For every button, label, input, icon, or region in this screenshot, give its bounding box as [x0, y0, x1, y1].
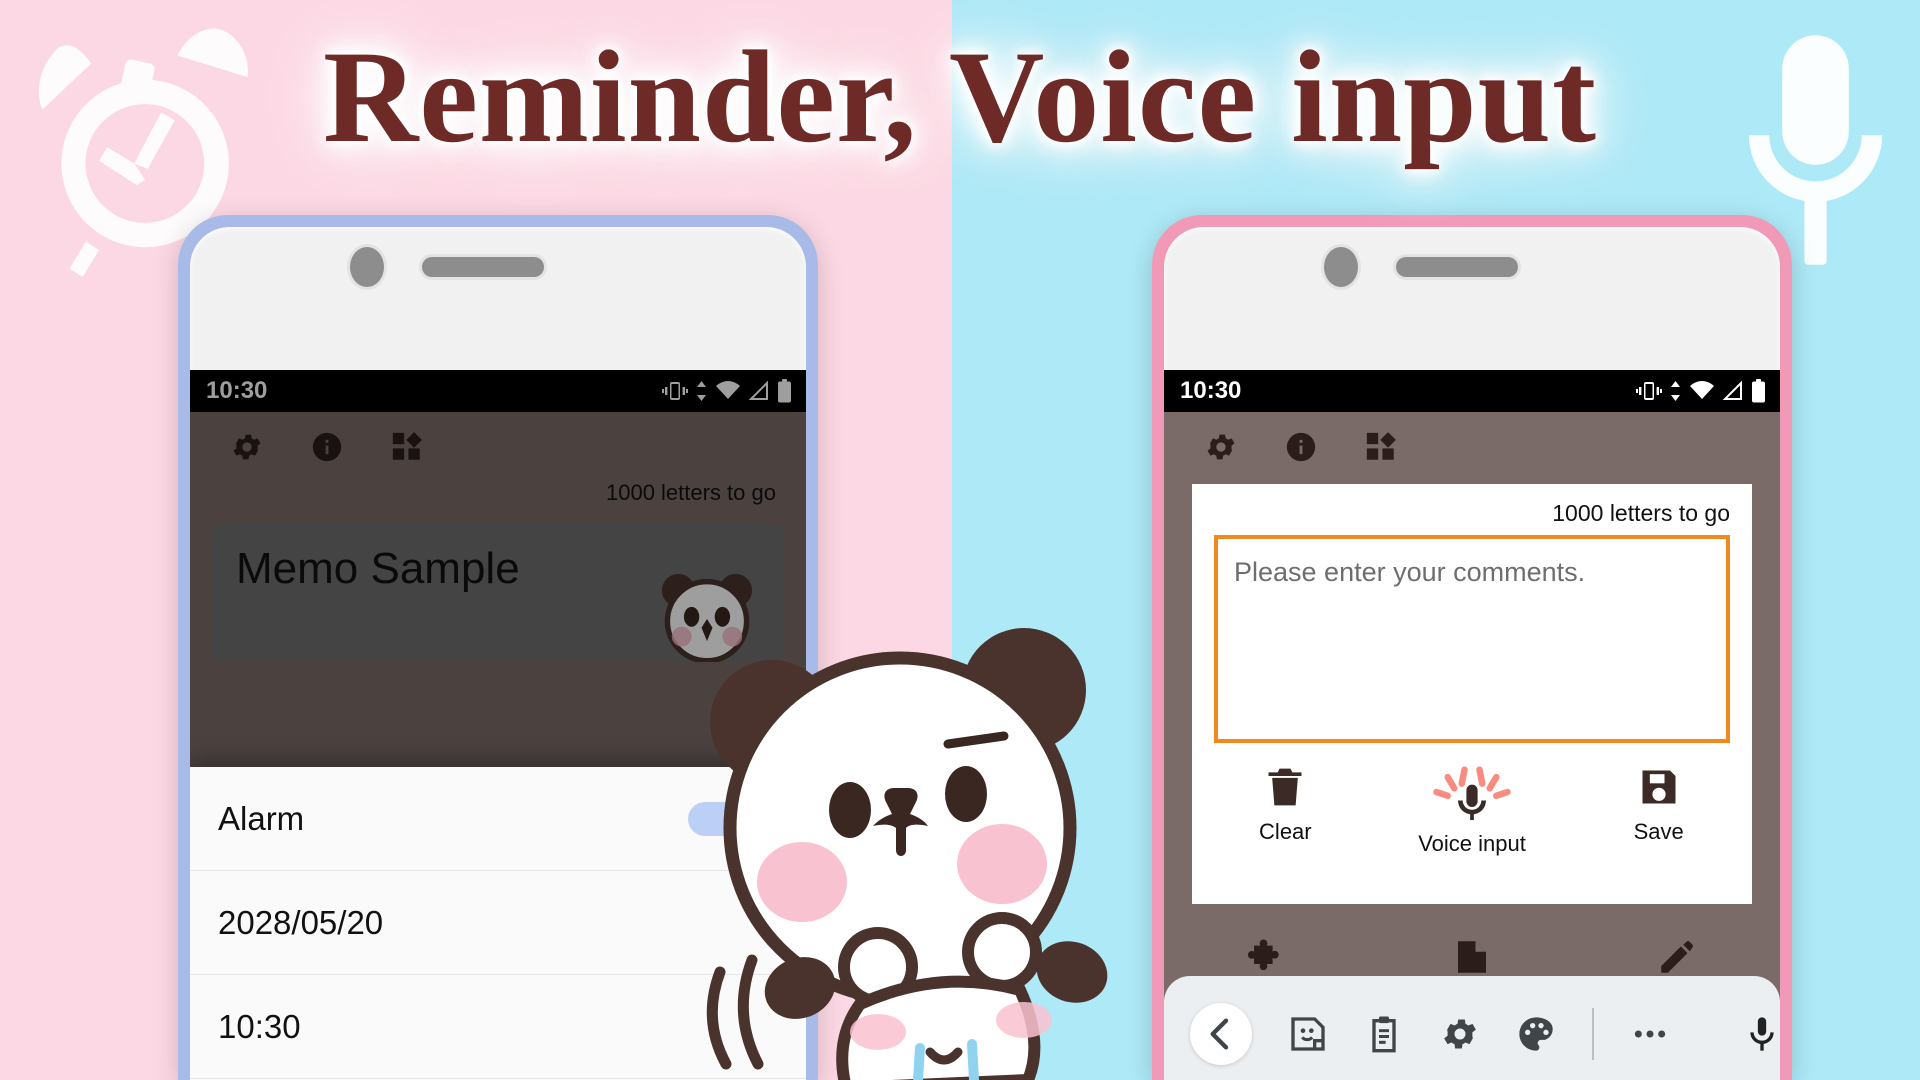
- letters-to-go-right: 1000 letters to go: [1552, 500, 1730, 526]
- earpiece-speaker: [1396, 257, 1518, 277]
- gear-icon[interactable]: [1440, 1014, 1480, 1054]
- data-transfer-icon: [1671, 381, 1680, 401]
- action-label: Voice input: [1418, 831, 1526, 856]
- palette-icon[interactable]: [1516, 1014, 1556, 1054]
- chevron-left-icon: [1210, 1018, 1229, 1050]
- keyboard-back-button[interactable]: [1190, 1003, 1252, 1065]
- save-button[interactable]: Save: [1565, 765, 1752, 857]
- page-title: Reminder, Voice input: [323, 23, 1597, 170]
- sticker-icon[interactable]: [1288, 1014, 1328, 1054]
- action-label: Clear: [1259, 819, 1312, 844]
- voice-input-button[interactable]: Voice input: [1379, 765, 1566, 857]
- puzzle-icon: [1247, 939, 1279, 971]
- status-time: 10:30: [1180, 377, 1242, 404]
- microphone-icon[interactable]: [1742, 1014, 1780, 1054]
- keyboard-toolbar: [1164, 976, 1780, 1080]
- action-row: Clear Voice input Save: [1192, 765, 1752, 857]
- status-icon-group: [1636, 379, 1766, 403]
- info-icon[interactable]: [1284, 430, 1318, 464]
- status-bar: 10:30: [1164, 370, 1780, 412]
- comment-placeholder: Please enter your comments.: [1234, 557, 1586, 587]
- pencil-icon: [1661, 941, 1694, 973]
- phone-right: 10:30 1000 letters to go Please enter yo…: [1152, 215, 1792, 1080]
- battery-icon: [1752, 379, 1765, 403]
- comment-input-card: 1000 letters to go Please enter your com…: [1192, 484, 1752, 904]
- signal-icon: [1722, 380, 1742, 400]
- screen-right: 10:30 1000 letters to go Please enter yo…: [1164, 370, 1780, 1080]
- vibrate-icon: [1636, 382, 1662, 400]
- widgets-icon[interactable]: [1364, 430, 1398, 464]
- microphone-icon: [1433, 766, 1511, 821]
- clear-button[interactable]: Clear: [1192, 765, 1379, 857]
- phone-body: 10:30: [1164, 227, 1780, 1080]
- front-camera: [350, 247, 384, 287]
- mic-with-rays: [1408, 765, 1536, 821]
- toolbar-divider: [1592, 1008, 1594, 1060]
- alarm-time-value: 10:30: [218, 1007, 301, 1045]
- alarm-date-value: 2028/05/20: [218, 903, 384, 941]
- app-toolbar-right: [1164, 412, 1780, 480]
- front-camera: [1324, 247, 1358, 287]
- more-horizontal-icon[interactable]: [1630, 1014, 1670, 1054]
- document-icon: [1457, 941, 1486, 973]
- comment-textbox[interactable]: Please enter your comments.: [1214, 535, 1730, 743]
- alarm-label: Alarm: [218, 799, 305, 837]
- wifi-icon: [1690, 381, 1714, 399]
- clipboard-icon[interactable]: [1364, 1014, 1404, 1054]
- panda-mascot: [706, 628, 1108, 1080]
- floppy-save-icon: [1642, 770, 1676, 804]
- gear-icon[interactable]: [1204, 430, 1238, 464]
- action-label: Save: [1633, 819, 1684, 844]
- trash-icon: [1268, 768, 1302, 806]
- earpiece-speaker: [422, 257, 544, 277]
